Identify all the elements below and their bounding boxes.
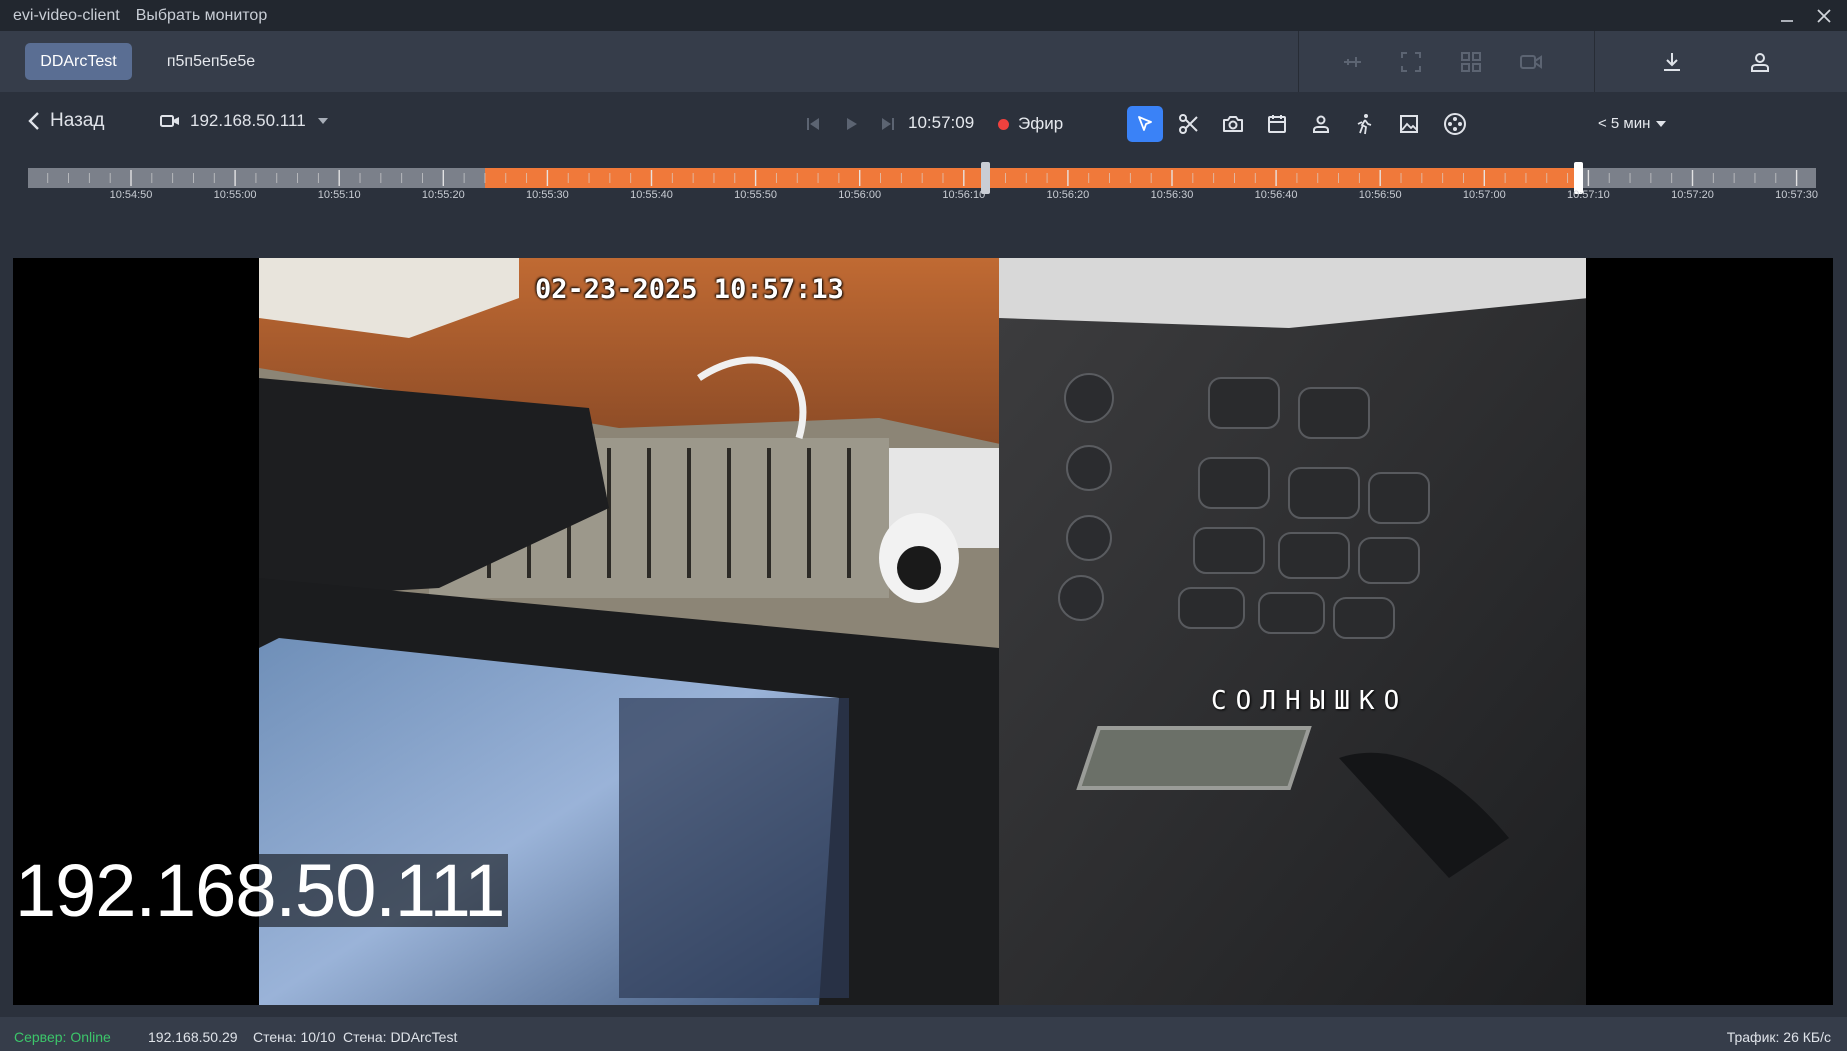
play-icon xyxy=(847,118,857,130)
timeline-tick-label: 10:55:10 xyxy=(317,189,361,201)
image-icon xyxy=(1400,115,1418,133)
timeline-tick-label: 10:56:50 xyxy=(1358,189,1402,201)
status-bar: Сервер: Online 192.168.50.29 Стена: 10/1… xyxy=(0,1017,1847,1051)
chevron-left-icon xyxy=(28,112,39,130)
camera-view-button[interactable] xyxy=(1518,49,1544,75)
live-label: Эфир xyxy=(1018,114,1064,133)
timeline-ticks xyxy=(47,170,1798,186)
chevron-down-icon xyxy=(1656,120,1667,127)
select-monitor-menu[interactable]: Выбрать монитор xyxy=(136,7,268,25)
wall-count: Стена: 10/10 xyxy=(253,1029,336,1045)
video-camera-icon xyxy=(160,115,179,127)
current-time: 10:57:09 xyxy=(908,113,975,132)
ptz-control-button[interactable] xyxy=(1437,106,1473,142)
timeline-tick-label: 10:55:30 xyxy=(525,189,569,201)
download-button[interactable] xyxy=(1659,49,1685,75)
timeline-tick-label: 10:55:40 xyxy=(630,189,673,201)
download-icon xyxy=(1664,53,1680,71)
time-range-label: < 5 мин xyxy=(1598,115,1651,132)
skip-forward-button[interactable] xyxy=(878,114,898,134)
chevron-down-icon xyxy=(317,118,328,124)
timeline-tick-label: 10:56:10 xyxy=(942,189,986,201)
close-icon xyxy=(1817,8,1831,23)
video-osd-timestamp: 02-23-2025 10:57:13 xyxy=(535,274,844,305)
title-bar: evi-video-client Выбрать монитор xyxy=(0,0,1847,31)
live-button[interactable]: Эфир xyxy=(998,114,1063,134)
pin-button[interactable] xyxy=(1339,49,1365,75)
camera-ip-overlay: 192.168.50.111 xyxy=(13,854,509,928)
motion-filter-button[interactable] xyxy=(1347,106,1383,142)
back-label: Назад xyxy=(50,110,105,131)
close-button[interactable] xyxy=(1806,0,1842,31)
minimize-button[interactable] xyxy=(1769,0,1805,31)
person-icon xyxy=(1313,115,1329,133)
user-icon xyxy=(1751,53,1769,72)
timeline-tick-label: 10:55:50 xyxy=(734,189,778,201)
timeline-tick-label: 10:56:40 xyxy=(1254,189,1298,201)
image-button[interactable] xyxy=(1391,106,1427,142)
time-range-selector[interactable]: < 5 мин xyxy=(1598,115,1667,132)
tab-ddarctest[interactable]: DDArcTest xyxy=(25,43,132,80)
joystick-icon xyxy=(1444,113,1466,135)
walking-person-icon xyxy=(1357,114,1372,135)
skip-back-button[interactable] xyxy=(803,114,823,134)
timeline-tick-label: 10:57:00 xyxy=(1462,189,1506,201)
live-indicator-dot xyxy=(998,118,1009,130)
user-profile-button[interactable] xyxy=(1747,49,1773,75)
person-filter-button[interactable] xyxy=(1303,106,1339,142)
snapshot-button[interactable] xyxy=(1215,106,1251,142)
scissors-icon xyxy=(1179,114,1198,134)
camera-selector[interactable]: 192.168.50.111 xyxy=(160,111,328,131)
traffic-rate: Трафик: 26 КБ/с xyxy=(1726,1029,1831,1045)
grid-icon xyxy=(1461,52,1481,72)
timeline-tick-label: 10:56:20 xyxy=(1046,189,1090,201)
calendar-button[interactable] xyxy=(1259,106,1295,142)
pin-icon xyxy=(1344,57,1361,67)
play-button[interactable] xyxy=(841,114,861,134)
server-ip: 192.168.50.29 xyxy=(148,1029,238,1045)
pointer-tool-button[interactable] xyxy=(1127,106,1163,142)
video-camera-icon xyxy=(1520,55,1542,69)
app-window: evi-video-client Выбрать монитор DDArcTe… xyxy=(0,0,1847,1051)
cursor-arrow-icon xyxy=(1138,116,1152,131)
timeline-track[interactable] xyxy=(28,168,1816,188)
timeline-tick-label: 10:57:10 xyxy=(1566,189,1610,201)
toolbar-divider xyxy=(1594,31,1595,92)
wall-name: Стена: DDArcTest xyxy=(343,1029,458,1045)
clip-tool-button[interactable] xyxy=(1171,106,1207,142)
camera-photo-icon xyxy=(1223,116,1243,132)
skip-back-icon xyxy=(807,118,819,130)
video-osd-camera-name: СОЛНЫШКО xyxy=(1211,686,1409,716)
camera-selector-label: 192.168.50.111 xyxy=(190,111,306,130)
toolbar-divider xyxy=(1298,31,1299,92)
timeline-tick-label: 10:55:00 xyxy=(213,189,257,201)
calendar-icon xyxy=(1268,115,1286,133)
timeline-tick-label: 10:57:20 xyxy=(1671,189,1714,201)
timeline-tick-label: 10:56:30 xyxy=(1150,189,1194,201)
minimize-icon xyxy=(1781,19,1793,22)
timeline-tick-label: 10:55:20 xyxy=(421,189,465,201)
back-button[interactable]: Назад xyxy=(28,110,104,132)
skip-forward-icon xyxy=(882,118,894,130)
tab-second-wall[interactable]: п5п5еп5е5е xyxy=(152,43,270,80)
grid-layout-button[interactable] xyxy=(1458,49,1484,75)
wall-tabs-bar: DDArcTest п5п5еп5е5е xyxy=(0,31,1847,92)
timeline-tick-label: 10:57:30 xyxy=(1775,189,1819,201)
fullscreen-icon xyxy=(1401,52,1421,72)
video-viewport[interactable]: 02-23-2025 10:57:13 СОЛНЫШКО 192.168.50.… xyxy=(13,258,1833,1005)
timeline-tick-label: 10:54:50 xyxy=(109,189,153,201)
fullscreen-button[interactable] xyxy=(1398,49,1424,75)
timeline-tick-label: 10:56:00 xyxy=(838,189,882,201)
server-status: Сервер: Online xyxy=(14,1029,111,1045)
app-title: evi-video-client xyxy=(13,6,120,24)
